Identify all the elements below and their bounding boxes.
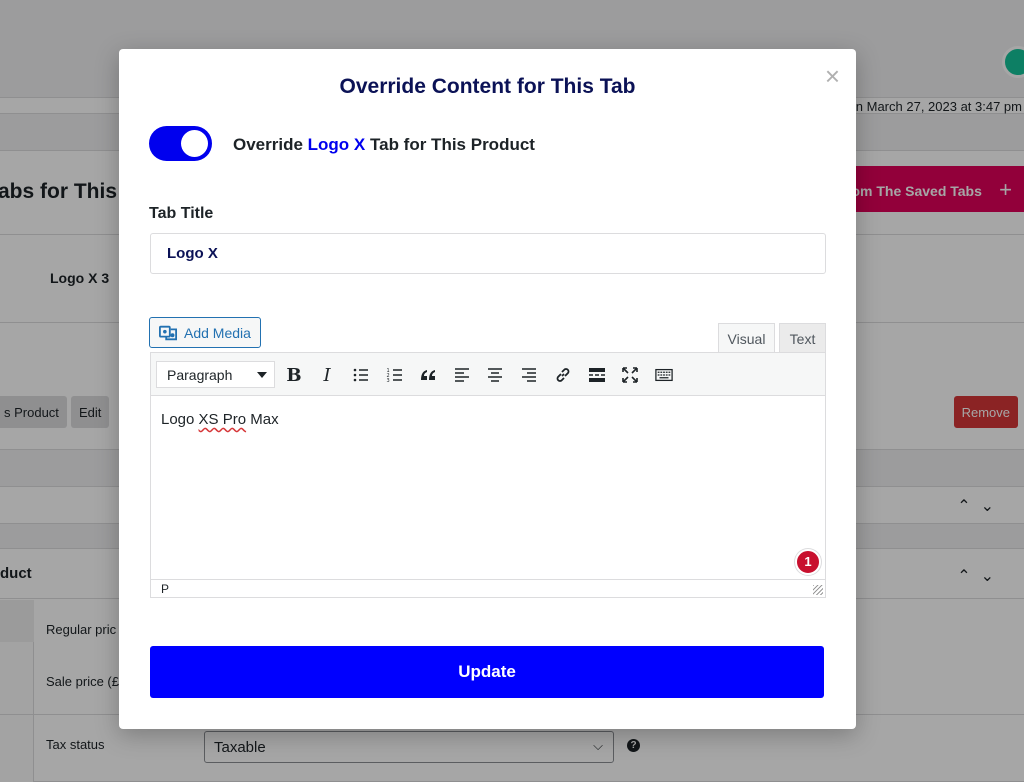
link-icon[interactable] (552, 364, 574, 386)
editor-content[interactable]: Logo XS Pro Max (161, 411, 279, 428)
content-misspelled-word: XS Pro (198, 411, 247, 428)
blockquote-icon[interactable] (417, 364, 439, 386)
tab-text[interactable]: Text (779, 323, 826, 353)
numbered-list-icon[interactable]: 123 (384, 364, 406, 386)
toggle-label-suffix: Tab for This Product (365, 135, 535, 154)
editor-toolbar: Paragraph B I 123 (151, 353, 825, 396)
editor-statusbar: P (151, 579, 825, 597)
tab-title-input[interactable] (150, 233, 826, 274)
resize-handle-icon[interactable] (813, 585, 823, 595)
media-icon (159, 325, 177, 341)
fullscreen-icon[interactable] (619, 364, 641, 386)
toolbar-toggle-icon[interactable] (653, 364, 675, 386)
align-left-icon[interactable] (451, 364, 473, 386)
tab-visual[interactable]: Visual (718, 323, 775, 353)
content-text-after: Max (246, 411, 279, 428)
toggle-knob (181, 130, 208, 157)
add-media-label: Add Media (184, 325, 251, 341)
format-select-value: Paragraph (167, 367, 233, 383)
override-toggle-label: Override Logo X Tab for This Product (233, 135, 535, 155)
override-content-modal: × Override Content for This Tab Override… (119, 49, 856, 729)
read-more-icon[interactable] (586, 364, 608, 386)
grammar-notification-badge[interactable]: 1 (795, 549, 821, 575)
content-text-before: Logo (161, 411, 199, 428)
italic-button[interactable]: I (316, 364, 338, 386)
bold-button[interactable]: B (283, 364, 305, 386)
format-select[interactable]: Paragraph (156, 361, 275, 388)
override-toggle[interactable] (149, 126, 212, 161)
toggle-label-tab-name: Logo X (307, 135, 366, 154)
bulleted-list-icon[interactable] (350, 364, 372, 386)
content-editor: Paragraph B I 123 Logo XS Pro Max 1 P (150, 352, 826, 598)
align-center-icon[interactable] (484, 364, 506, 386)
modal-title: Override Content for This Tab (339, 75, 636, 98)
tab-title-label: Tab Title (149, 205, 214, 222)
caret-down-icon (257, 372, 267, 378)
element-path[interactable]: P (161, 582, 169, 596)
toggle-label-prefix: Override (233, 135, 308, 154)
add-media-button[interactable]: Add Media (149, 317, 261, 348)
update-button[interactable]: Update (150, 646, 824, 698)
align-right-icon[interactable] (518, 364, 540, 386)
svg-text:3: 3 (387, 378, 390, 384)
